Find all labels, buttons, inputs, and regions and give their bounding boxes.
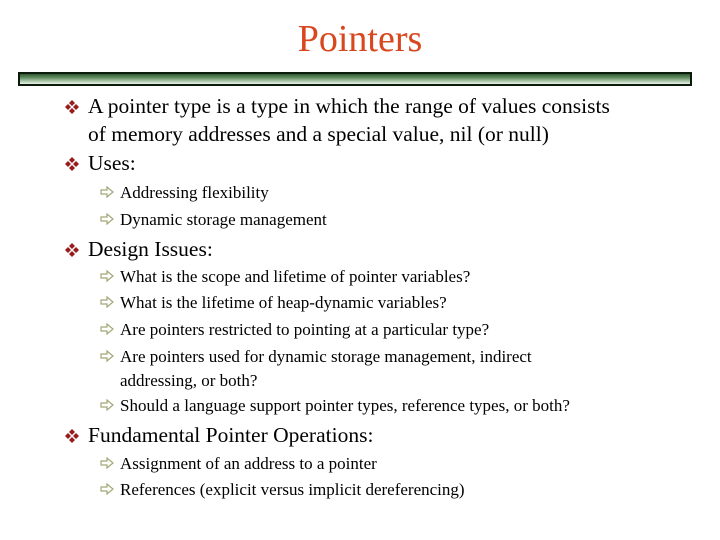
hollow-right-arrow-icon — [100, 185, 114, 199]
hollow-right-arrow-icon — [100, 212, 114, 226]
subitem-text: Addressing flexibility — [120, 183, 269, 202]
bullet-text-line: of memory addresses and a special value,… — [88, 122, 549, 146]
subitem-text: Dynamic storage management — [120, 210, 327, 229]
subitem-text: What is the scope and lifetime of pointe… — [120, 267, 471, 286]
hollow-right-arrow-icon — [100, 349, 114, 363]
slide-title: Pointers — [297, 18, 423, 60]
four-diamond-bullet-icon — [65, 157, 79, 171]
hollow-right-arrow-icon — [100, 456, 114, 470]
bullet-text-line: A pointer type is a type in which the ra… — [88, 94, 610, 118]
four-diamond-bullet-icon — [65, 243, 79, 257]
four-diamond-bullet-icon — [65, 100, 79, 114]
four-diamond-bullet-icon — [65, 429, 79, 443]
hollow-right-arrow-icon — [100, 295, 114, 309]
subitem-text: Are pointers restricted to pointing at a… — [120, 320, 490, 339]
hollow-right-arrow-icon — [100, 322, 114, 336]
subitem-text: References (explicit versus implicit der… — [120, 480, 465, 499]
subitem-text: Should a language support pointer types,… — [120, 396, 570, 415]
hollow-right-arrow-icon — [100, 269, 114, 283]
hollow-right-arrow-icon — [100, 398, 114, 412]
title-underline-bar — [18, 72, 692, 86]
subitem-text: Are pointers used for dynamic storage ma… — [120, 347, 532, 366]
bullet-text-line: Uses: — [88, 151, 136, 175]
bullet-text-line: Design Issues: — [88, 237, 213, 261]
bullet-text-line: Fundamental Pointer Operations: — [88, 423, 374, 447]
subitem-text: What is the lifetime of heap-dynamic var… — [120, 293, 447, 312]
subitem-text: Assignment of an address to a pointer — [120, 454, 377, 473]
hollow-right-arrow-icon — [100, 482, 114, 496]
subitem-text: addressing, or both? — [120, 371, 258, 390]
